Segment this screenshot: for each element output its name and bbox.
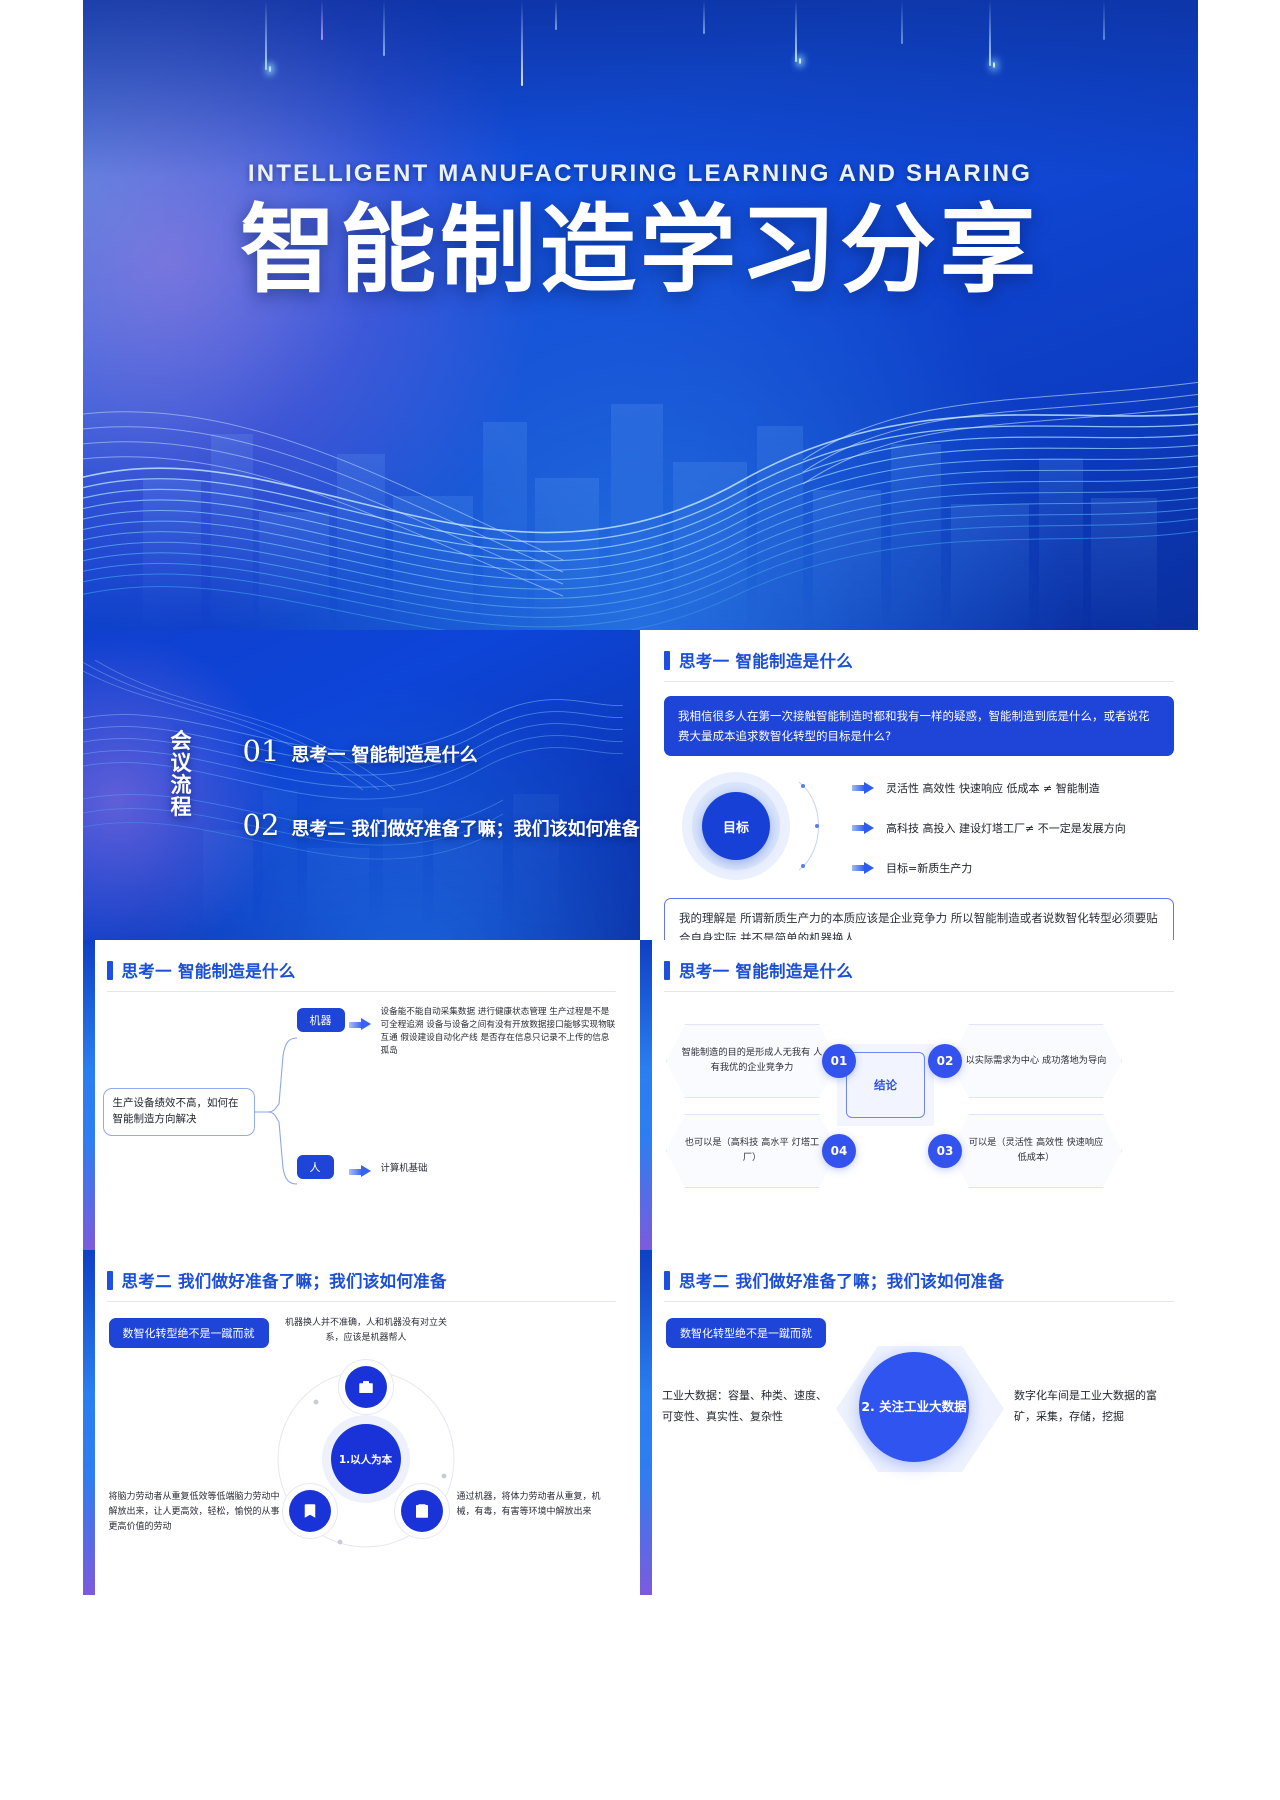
goal-core-label: 目标 xyxy=(702,792,770,861)
hex-badge-01: 01 xyxy=(822,1044,856,1078)
goal-point-1-text: 灵活性 高效性 快速响应 低成本 ≠ 智能制造 xyxy=(886,782,1100,796)
mindmap-root-node: 生产设备绩效不高，如何在智能制造方向解决 xyxy=(102,1088,255,1136)
arrow-right-icon xyxy=(348,1165,371,1178)
briefcase-glyph xyxy=(358,1381,373,1393)
hex-node-03-text: 可以是（灵活性 高效性 快速响应 低成本） xyxy=(968,1137,1104,1163)
bigdata-right-text: 数字化车间是工业大数据的富矿，采集，存储，挖掘 xyxy=(1014,1389,1157,1423)
people-center-label: 1.以人为本 xyxy=(330,1424,401,1494)
goal-point-2-text: 高科技 高投入 建设灯塔工厂≠ 不一定是发展方向 xyxy=(886,822,1126,836)
bigdata-center-label: 2. 关注工业大数据 xyxy=(859,1352,969,1462)
bigdata-slide-header: 思考二 我们做好准备了嘛；我们该如何准备 xyxy=(640,1250,1198,1292)
mindmap-slide-header: 思考一 智能制造是什么 xyxy=(83,940,641,982)
hex-badge-04: 04 xyxy=(822,1134,856,1168)
people-slide-header: 思考二 我们做好准备了嘛；我们该如何准备 xyxy=(83,1250,641,1292)
center-conclusion-label: 结论 xyxy=(846,1052,925,1118)
mindmap-slide-title: 思考一 智能制造是什么 xyxy=(121,962,296,981)
hex-node-01-text: 智能制造的目的是形成人无我有 人有我优的企业竞争力 xyxy=(681,1047,823,1073)
arrow-right-icon xyxy=(852,861,874,875)
hex-node-04-text: 也可以是（高科技 高水平 灯塔工厂） xyxy=(684,1137,820,1163)
goal-conclusion-callout: 我的理解是 所谓新质生产力的本质应该是企业竞争力 所以智能制造或者说数智化转型必… xyxy=(664,898,1174,940)
bigdata-slide-title: 思考二 我们做好准备了嘛；我们该如何准备 xyxy=(679,1272,1005,1291)
goal-connector-arc xyxy=(798,781,819,871)
header-divider xyxy=(664,991,1174,992)
heading-accent-bar xyxy=(664,1270,670,1290)
arrow-right-icon xyxy=(852,781,874,795)
conclusion-hex-slide: 思考一 智能制造是什么 结论 智能制造的目的是形成人无我有 人有我优的企业竞争力… xyxy=(640,940,1198,1250)
title-slide: INTELLIGENT MANUFACTURING LEARNING AND S… xyxy=(82,0,1198,630)
hex-slide-title: 思考一 智能制造是什么 xyxy=(679,962,854,981)
hexagon-diagram: 结论 智能制造的目的是形成人无我有 人有我优的企业竞争力 01 以实际需求为中心… xyxy=(640,996,1198,1211)
header-divider xyxy=(664,1301,1174,1302)
bigdata-slide: 思考二 我们做好准备了嘛；我们该如何准备 数智化转型绝不是一蹴而就 2. 关注工… xyxy=(640,1250,1198,1595)
goal-question-callout: 我相信很多人在第一次接触智能制造时都和我有一样的疑惑，智能制造到底是什么，或者说… xyxy=(664,696,1174,757)
goal-point-3-text: 目标=新质生产力 xyxy=(886,862,973,876)
heading-accent-bar xyxy=(664,650,670,670)
heading-accent-bar xyxy=(106,960,113,980)
arrow-right-icon xyxy=(348,1018,371,1031)
header-divider xyxy=(106,991,616,992)
slide-row-2: 思考一 智能制造是什么 生产设备绩效不高，如何在智能制造方向解决 机器 设备能不… xyxy=(82,940,1198,1250)
goal-point-3: 目标=新质生产力 xyxy=(852,848,1188,888)
people-circle-diagram: 数智化转型绝不是一蹴而就 机器换人并不准确，人和机器没有对立关系，应该是机器帮人… xyxy=(83,1302,641,1548)
agenda-item-2-label: 思考二 我们做好准备了嘛；我们该如何准备 xyxy=(291,819,640,840)
goal-slide: 思考一 智能制造是什么 我相信很多人在第一次接触智能制造时都和我有一样的疑惑，智… xyxy=(640,630,1198,940)
hero-title-block: INTELLIGENT MANUFACTURING LEARNING AND S… xyxy=(83,160,1198,301)
agenda-item-2[interactable]: 02 思考二 我们做好准备了嘛；我们该如何准备 xyxy=(243,808,640,842)
people-chip[interactable]: 数智化转型绝不是一蹴而就 xyxy=(108,1318,269,1348)
agenda-item-1-label: 思考一 智能制造是什么 xyxy=(291,745,478,766)
hex-node-04[interactable]: 也可以是（高科技 高水平 灯塔工厂） xyxy=(666,1114,838,1188)
hex-node-03[interactable]: 可以是（灵活性 高效性 快速响应 低成本） xyxy=(950,1114,1122,1188)
hex-node-02-text: 以实际需求为中心 成功落地为导向 xyxy=(965,1054,1107,1066)
mindmap-branch-machine-chip[interactable]: 机器 xyxy=(296,1008,345,1032)
agenda-skyline xyxy=(83,630,641,940)
hex-slide-header: 思考一 智能制造是什么 xyxy=(640,940,1198,982)
mindmap-diagram: 生产设备绩效不高，如何在智能制造方向解决 机器 设备能不能自动采集数据 进行健康… xyxy=(83,996,641,1221)
people-right-text: 通过机器，将体力劳动者从重复，机械，有毒，有害等环境中解放出来 xyxy=(456,1492,601,1517)
heading-accent-bar xyxy=(664,960,670,980)
mindmap-branch-human-text: 计算机基础 xyxy=(380,1163,428,1174)
briefcase-icon[interactable] xyxy=(344,1366,387,1408)
people-first-slide: 思考二 我们做好准备了嘛；我们该如何准备 数智化转型绝不是一蹴而就 机器换人并不… xyxy=(82,1250,641,1595)
slide-row-1: 会议流程 01 思考一 智能制造是什么 02 思考二 我们做好准备了嘛；我们该如… xyxy=(82,630,1198,940)
mindmap-slide: 思考一 智能制造是什么 生产设备绩效不高，如何在智能制造方向解决 机器 设备能不… xyxy=(82,940,641,1250)
mindmap-branch-human-chip[interactable]: 人 xyxy=(296,1155,334,1179)
people-left-text: 将脑力劳动者从重复低效等低端脑力劳动中解放出来，让人更高效，轻松，愉悦的从事更高… xyxy=(108,1492,280,1532)
agenda-item-1[interactable]: 01 思考一 智能制造是什么 xyxy=(243,734,478,768)
goal-diagram: 目标 灵活性 高效性 快速响应 低成本 ≠ 智能制造 高科技 高投入 建设灯塔工… xyxy=(640,764,1198,894)
bigdata-left-text: 工业大数据：容量、种类、速度、可变性、真实性、复杂性 xyxy=(662,1389,827,1423)
goal-point-1: 灵活性 高效性 快速响应 低成本 ≠ 智能制造 xyxy=(852,768,1188,808)
hex-node-02[interactable]: 以实际需求为中心 成功落地为导向 xyxy=(950,1024,1122,1098)
book-glyph xyxy=(304,1504,315,1518)
agenda-item-2-number: 02 xyxy=(242,808,280,842)
agenda-slide: 会议流程 01 思考一 智能制造是什么 02 思考二 我们做好准备了嘛；我们该如… xyxy=(82,630,641,940)
goal-slide-title: 思考一 智能制造是什么 xyxy=(679,652,854,671)
hero-title: 智能制造学习分享 xyxy=(240,194,1040,306)
bigdata-diagram: 数智化转型绝不是一蹴而就 2. 关注工业大数据 工业大数据：容量、种类、速度、可… xyxy=(640,1308,1198,1503)
slide-deck: INTELLIGENT MANUFACTURING LEARNING AND S… xyxy=(82,0,1198,1595)
hero-wave-lines xyxy=(82,381,1198,630)
agenda-label: 会议流程 xyxy=(170,728,193,820)
agenda-item-1-number: 01 xyxy=(242,734,280,768)
bigdata-chip[interactable]: 数智化转型绝不是一蹴而就 xyxy=(666,1318,826,1348)
hero-subtitle: INTELLIGENT MANUFACTURING LEARNING AND S… xyxy=(247,160,1033,187)
goal-point-list: 灵活性 高效性 快速响应 低成本 ≠ 智能制造 高科技 高投入 建设灯塔工厂≠ … xyxy=(852,768,1188,888)
goal-slide-header: 思考一 智能制造是什么 xyxy=(640,630,1198,672)
people-top-note: 机器换人并不准确，人和机器没有对立关系，应该是机器帮人 xyxy=(284,1318,447,1343)
heading-accent-bar xyxy=(106,1270,113,1290)
arrow-right-icon xyxy=(852,821,874,835)
clipboard-glyph xyxy=(415,1504,428,1518)
slide-row-3: 思考二 我们做好准备了嘛；我们该如何准备 数智化转型绝不是一蹴而就 机器换人并不… xyxy=(82,1250,1198,1595)
mindmap-branch-machine-text: 设备能不能自动采集数据 进行健康状态管理 生产过程是不是可全程追溯 设备与设备之… xyxy=(380,1007,616,1056)
hex-node-01[interactable]: 智能制造的目的是形成人无我有 人有我优的企业竞争力 xyxy=(666,1024,838,1098)
clipboard-icon[interactable] xyxy=(400,1490,443,1532)
people-slide-title: 思考二 我们做好准备了嘛；我们该如何准备 xyxy=(121,1272,447,1291)
header-divider xyxy=(664,681,1174,682)
goal-point-2: 高科技 高投入 建设灯塔工厂≠ 不一定是发展方向 xyxy=(852,808,1188,848)
hex-badge-03: 03 xyxy=(928,1134,962,1168)
book-icon[interactable] xyxy=(288,1490,331,1532)
hex-badge-02: 02 xyxy=(928,1044,962,1078)
